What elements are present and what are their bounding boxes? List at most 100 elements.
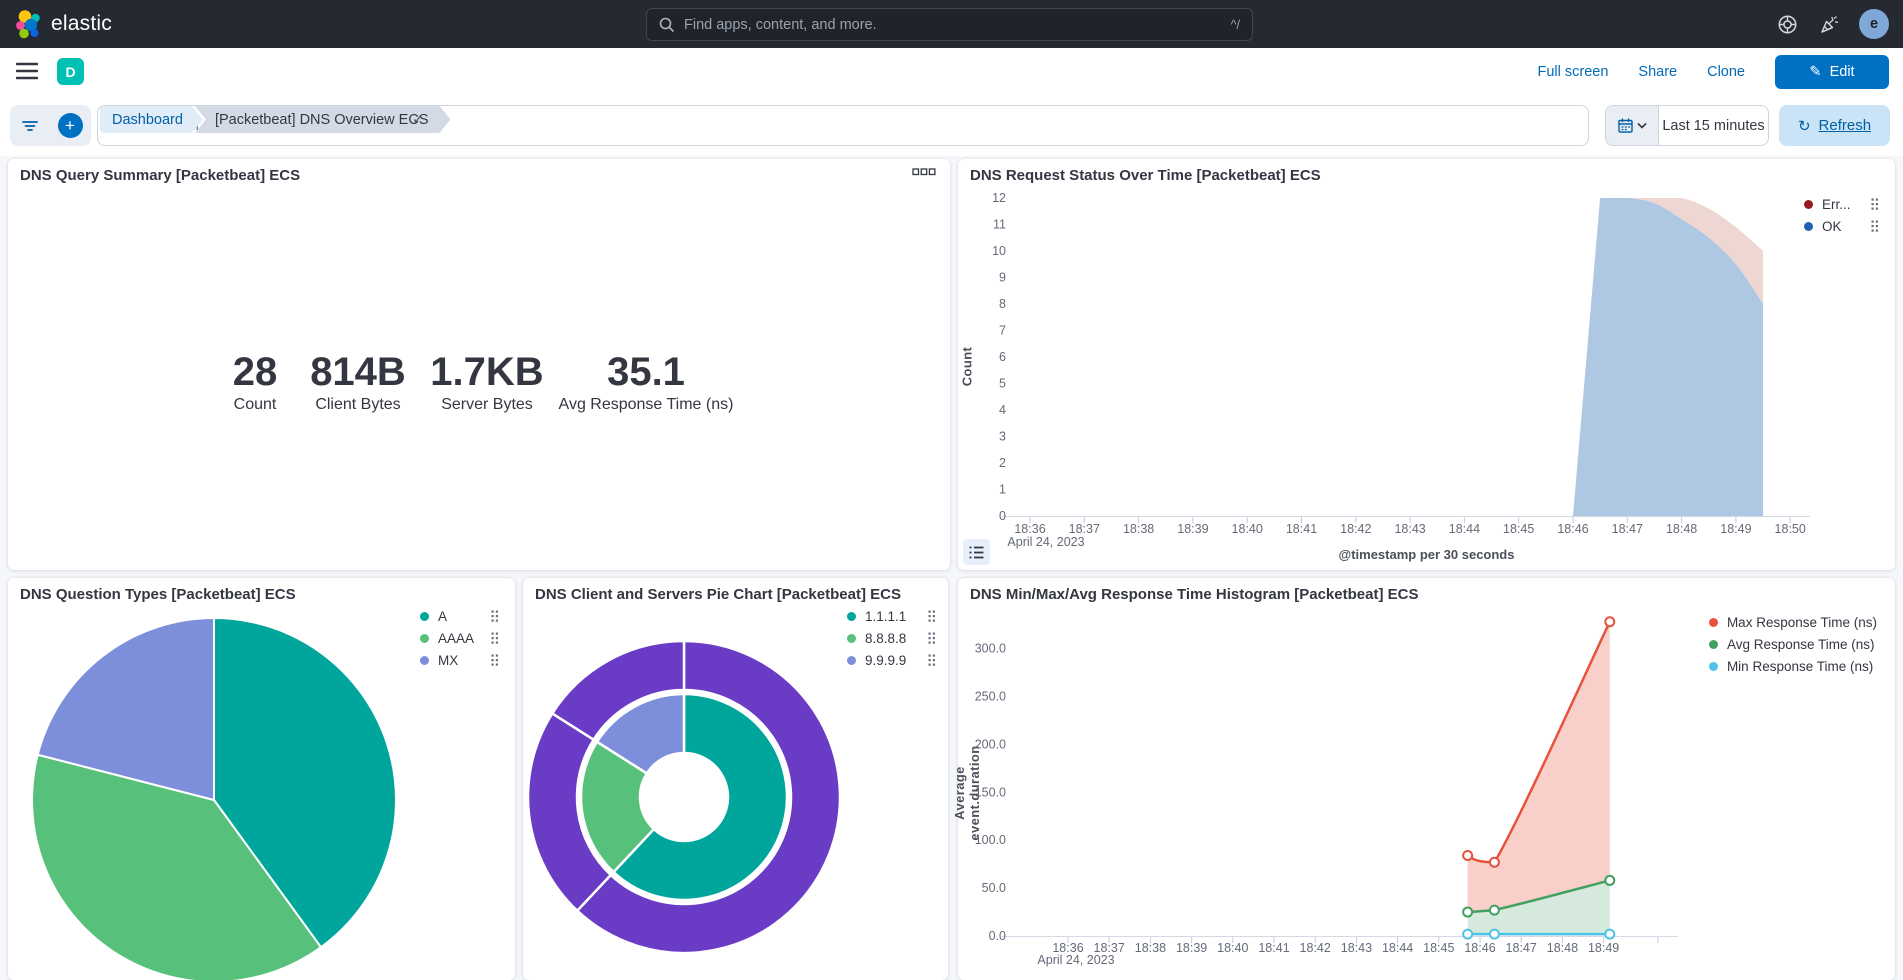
filter-icon bbox=[22, 120, 38, 132]
newsfeed-icon[interactable] bbox=[1817, 12, 1841, 36]
legend-actions-icon[interactable] bbox=[1871, 198, 1879, 211]
svg-text:18:45: 18:45 bbox=[1503, 522, 1534, 536]
metric-avg-response-time: 35.1 Avg Response Time (ns) bbox=[559, 351, 734, 414]
legend-color-dot bbox=[1709, 618, 1718, 627]
legend-item-min[interactable]: Min Response Time (ns) bbox=[1709, 658, 1877, 675]
time-range-picker: Last 15 minutes bbox=[1605, 105, 1769, 146]
chart-legend: Max Response Time (ns) Avg Response Time… bbox=[1709, 614, 1877, 675]
svg-text:0: 0 bbox=[999, 509, 1006, 523]
legend-actions-icon[interactable] bbox=[491, 610, 499, 623]
legend-color-dot bbox=[1709, 662, 1718, 671]
svg-text:3: 3 bbox=[999, 430, 1006, 444]
svg-text:9: 9 bbox=[999, 271, 1006, 285]
legend-item-avg[interactable]: Avg Response Time (ns) bbox=[1709, 636, 1877, 653]
help-icon[interactable] bbox=[1775, 12, 1799, 36]
legend-actions-icon[interactable] bbox=[928, 632, 936, 645]
metric-server-bytes: 1.7KB Server Bytes bbox=[430, 351, 543, 414]
chart-legend: A AAAA MX bbox=[420, 608, 499, 669]
svg-text:300.0: 300.0 bbox=[975, 642, 1006, 656]
legend-item-err[interactable]: Err... bbox=[1804, 196, 1879, 213]
legend-item-ok[interactable]: OK bbox=[1804, 218, 1879, 235]
svg-text:18:48: 18:48 bbox=[1547, 941, 1578, 955]
legend-toggle-button[interactable] bbox=[963, 539, 990, 565]
svg-text:100.0: 100.0 bbox=[975, 833, 1006, 847]
panel-dns-request-status: DNS Request Status Over Time [Packetbeat… bbox=[958, 159, 1895, 570]
x-axis-title: @timestamp per 30 seconds bbox=[958, 547, 1895, 562]
svg-text:18:42: 18:42 bbox=[1300, 941, 1331, 955]
global-search-input[interactable] bbox=[684, 17, 1222, 33]
legend-color-dot bbox=[420, 656, 429, 665]
breadcrumb-dashboard[interactable]: Dashboard bbox=[100, 106, 203, 133]
svg-text:1: 1 bbox=[999, 483, 1006, 497]
legend-actions-icon[interactable] bbox=[491, 632, 499, 645]
svg-text:18:39: 18:39 bbox=[1177, 522, 1208, 536]
time-range-value[interactable]: Last 15 minutes bbox=[1659, 106, 1768, 145]
panel-options-icon bbox=[912, 168, 936, 176]
elastic-brand[interactable]: elastic bbox=[14, 9, 112, 39]
legend-actions-icon[interactable] bbox=[928, 654, 936, 667]
panel-options-button[interactable] bbox=[906, 161, 942, 183]
svg-text:12: 12 bbox=[992, 191, 1006, 205]
legend-actions-icon[interactable] bbox=[928, 610, 936, 623]
legend-color-dot bbox=[847, 612, 856, 621]
svg-text:10: 10 bbox=[992, 244, 1006, 258]
svg-text:18:41: 18:41 bbox=[1286, 522, 1317, 536]
legend-item-a[interactable]: A bbox=[420, 608, 499, 625]
legend-item-mx[interactable]: MX bbox=[420, 652, 499, 669]
breadcrumb: Dashboard [Packetbeat] DNS Overview ECS bbox=[100, 106, 451, 133]
svg-text:18:39: 18:39 bbox=[1176, 941, 1207, 955]
svg-text:8: 8 bbox=[999, 297, 1006, 311]
metric-count: 28 Count bbox=[233, 351, 278, 414]
svg-text:18:48: 18:48 bbox=[1666, 522, 1697, 536]
svg-text:250.0: 250.0 bbox=[975, 690, 1006, 704]
clone-button[interactable]: Clone bbox=[1707, 64, 1745, 80]
svg-text:April 24, 2023: April 24, 2023 bbox=[1037, 953, 1114, 967]
refresh-button[interactable]: ↻ Refresh bbox=[1779, 105, 1890, 146]
share-button[interactable]: Share bbox=[1638, 64, 1677, 80]
quick-select-button[interactable] bbox=[1606, 106, 1659, 145]
dashboard-app-badge[interactable]: D bbox=[57, 58, 84, 85]
panel-title: DNS Min/Max/Avg Response Time Histogram … bbox=[970, 586, 1418, 603]
global-search[interactable]: ^/ bbox=[646, 8, 1253, 41]
calendar-icon bbox=[1618, 118, 1633, 133]
full-screen-button[interactable]: Full screen bbox=[1537, 64, 1608, 80]
legend-color-dot bbox=[1804, 200, 1813, 209]
legend-item-9999[interactable]: 9.9.9.9 bbox=[847, 652, 936, 669]
panel-title: DNS Query Summary [Packetbeat] ECS bbox=[20, 167, 300, 184]
legend-item-max[interactable]: Max Response Time (ns) bbox=[1709, 614, 1877, 631]
svg-text:18:44: 18:44 bbox=[1382, 941, 1413, 955]
legend-color-dot bbox=[1709, 640, 1718, 649]
svg-text:18:40: 18:40 bbox=[1217, 941, 1248, 955]
saved-check-icon: ✓ bbox=[412, 110, 425, 128]
panel-dns-clients-servers: DNS Client and Servers Pie Chart [Packet… bbox=[523, 578, 948, 980]
svg-text:18:49: 18:49 bbox=[1588, 941, 1619, 955]
svg-text:18:43: 18:43 bbox=[1394, 522, 1425, 536]
legend-item-aaaa[interactable]: AAAA bbox=[420, 630, 499, 647]
menu-icon[interactable] bbox=[16, 62, 38, 80]
svg-text:2: 2 bbox=[999, 456, 1006, 470]
edit-button[interactable]: ✎ Edit bbox=[1775, 55, 1889, 89]
panel-title: DNS Request Status Over Time [Packetbeat… bbox=[970, 167, 1321, 184]
legend-color-dot bbox=[847, 634, 856, 643]
legend-item-8888[interactable]: 8.8.8.8 bbox=[847, 630, 936, 647]
svg-text:18:45: 18:45 bbox=[1423, 941, 1454, 955]
legend-actions-icon[interactable] bbox=[491, 654, 499, 667]
legend-item-1111[interactable]: 1.1.1.1 bbox=[847, 608, 936, 625]
list-icon bbox=[969, 546, 984, 559]
add-filter-button[interactable]: + bbox=[50, 105, 90, 146]
panel-dns-question-types: DNS Question Types [Packetbeat] ECS A AA… bbox=[8, 578, 515, 980]
legend-actions-icon[interactable] bbox=[1871, 220, 1879, 233]
svg-text:18:50: 18:50 bbox=[1775, 522, 1806, 536]
svg-text:6: 6 bbox=[999, 350, 1006, 364]
chevron-down-icon bbox=[1637, 122, 1647, 129]
legend-color-dot bbox=[1804, 222, 1813, 231]
panel-response-time-histogram: DNS Min/Max/Avg Response Time Histogram … bbox=[958, 578, 1895, 980]
user-avatar[interactable]: e bbox=[1859, 9, 1889, 39]
legend-color-dot bbox=[847, 656, 856, 665]
svg-text:7: 7 bbox=[999, 324, 1006, 338]
status-area-chart[interactable]: 18:3618:3718:3818:3918:4018:4118:4218:43… bbox=[958, 189, 1895, 559]
svg-text:18:37: 18:37 bbox=[1069, 522, 1100, 536]
legend-color-dot bbox=[420, 612, 429, 621]
filter-menu-button[interactable] bbox=[10, 105, 50, 146]
svg-text:18:43: 18:43 bbox=[1341, 941, 1372, 955]
